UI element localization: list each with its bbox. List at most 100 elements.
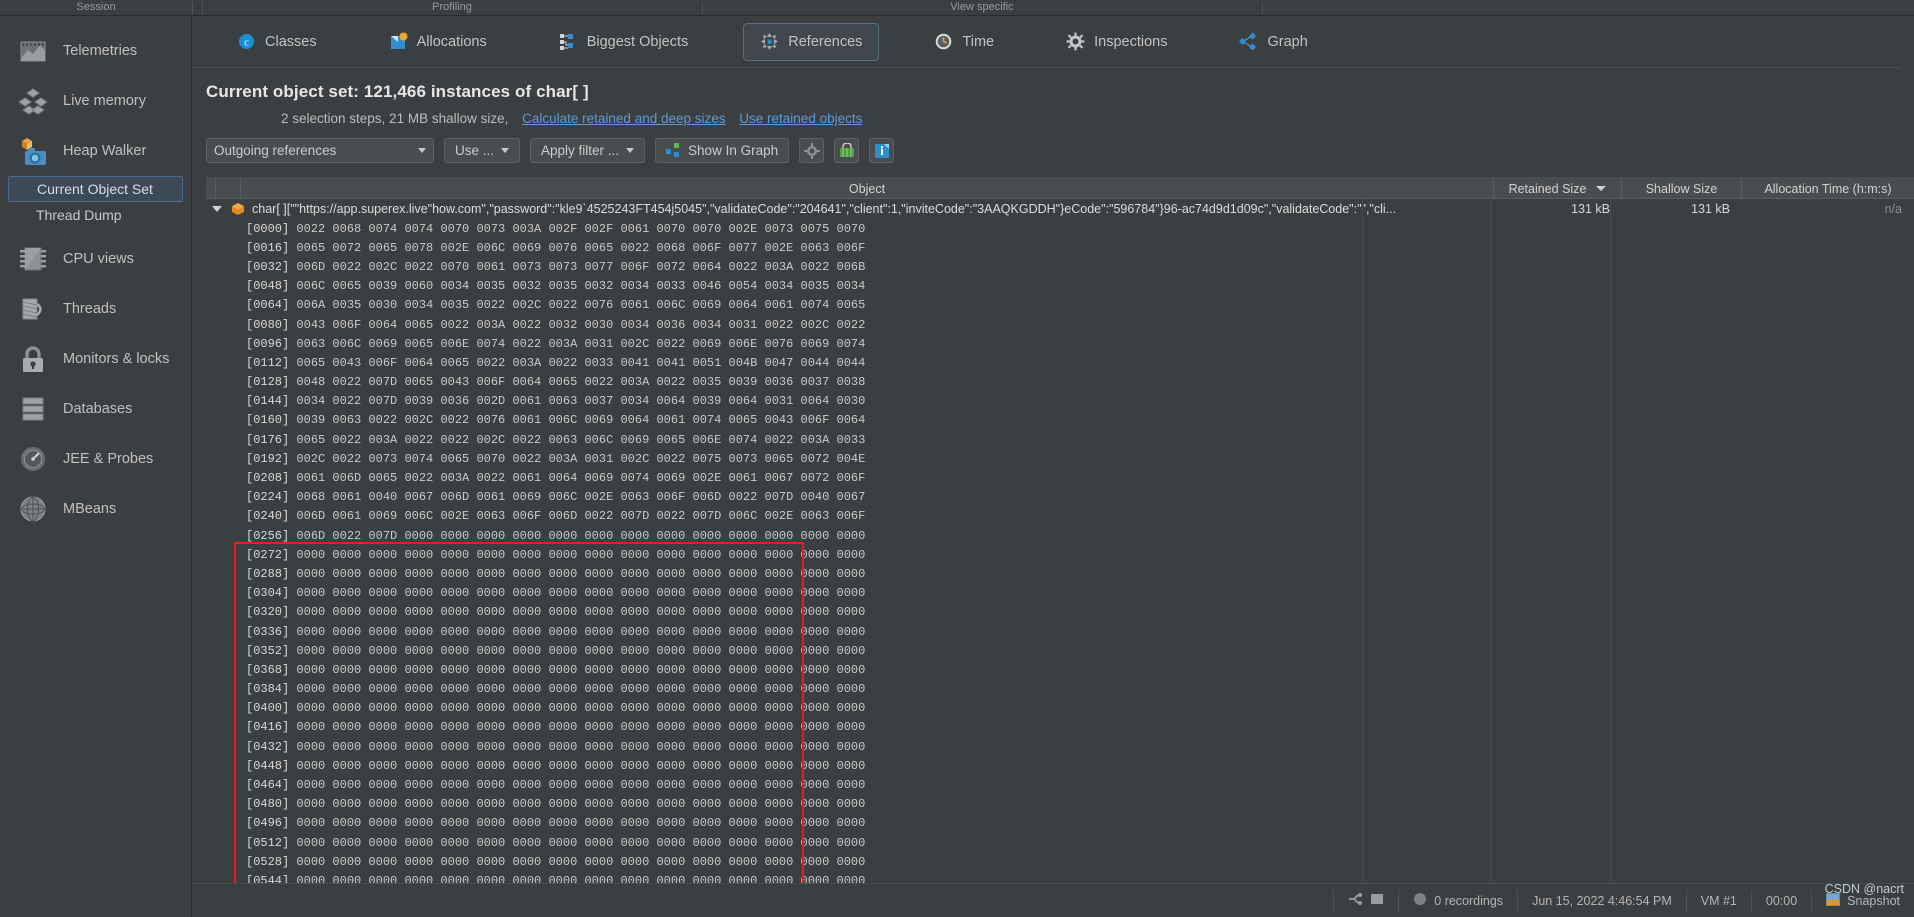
table-row[interactable]: char[ ][""https://app.superex.live"how.c… [206,199,1914,219]
hex-words: 0000 0000 0000 0000 0000 0000 0000 0000 … [296,855,865,869]
hex-offset: [0448] [246,759,296,773]
hex-words: 0065 0072 0065 0078 002E 006C 0069 0076 … [296,241,865,255]
tab-allocations[interactable]: Allocations [372,23,504,61]
hex-dump-row: [0144] 0034 0022 007D 0039 0036 002D 006… [206,392,1914,411]
threads-icon [16,292,50,326]
hex-words: 006D 0061 0069 006C 002E 0063 006F 006D … [296,509,865,523]
use-button-label: Use ... [455,143,494,158]
heap-walker-icon [16,134,50,168]
live-memory-icon [16,84,50,118]
calculate-retained-deep-sizes-link[interactable]: Calculate retained and deep sizes [522,111,725,126]
table-header-icon-col[interactable] [216,178,241,199]
hex-words: 0000 0000 0000 0000 0000 0000 0000 0000 … [296,663,865,677]
hex-offset: [0352] [246,644,296,658]
table-header-retained-size[interactable]: Retained Size [1494,178,1622,199]
hex-offset: [0272] [246,548,296,562]
main-panel: c Classes Allocations Biggest Objects [192,16,1914,917]
use-button[interactable]: Use ... [444,138,520,163]
sidebar-item-cpu-views[interactable]: CPU views [0,234,191,284]
hex-offset: [0528] [246,855,296,869]
status-vm: VM #1 [1686,890,1751,912]
show-in-graph-button[interactable]: Show In Graph [655,138,789,163]
hex-dump-row: [0032] 006D 0022 002C 0022 0070 0061 007… [206,257,1914,276]
sidebar-item-current-object-set[interactable]: Current Object Set [8,176,183,202]
retained-size-cell: 131 kB [1494,202,1622,216]
hex-words: 0000 0000 0000 0000 0000 0000 0000 0000 … [296,836,865,850]
sidebar-sub-label: Current Object Set [37,181,153,197]
hex-words: 0000 0000 0000 0000 0000 0000 0000 0000 … [296,586,865,600]
tab-label: Graph [1267,34,1307,50]
sidebar: Telemetries Live memory Heap Walker Curr… [0,16,192,917]
status-recording-controls[interactable] [1333,890,1398,912]
monitors-locks-icon [16,342,50,376]
ribbon-group-session: Session [0,0,192,15]
sidebar-item-telemetries[interactable]: Telemetries [0,26,191,76]
object-info-button[interactable] [869,138,894,163]
table-header-shallow-size[interactable]: Shallow Size [1622,178,1742,199]
record-cpu-icon [1348,893,1363,909]
tab-biggest-objects[interactable]: Biggest Objects [542,23,706,61]
export-basket-button[interactable] [834,138,859,163]
apply-filter-label: Apply filter ... [541,143,619,158]
hex-offset: [0080] [246,318,296,332]
hex-dump-row: [0416] 0000 0000 0000 0000 0000 0000 000… [206,718,1914,737]
hex-offset: [0512] [246,836,296,850]
sidebar-item-databases[interactable]: Databases [0,384,191,434]
hex-offset: [0304] [246,586,296,600]
hex-words: 0000 0000 0000 0000 0000 0000 0000 0000 … [296,797,865,811]
sidebar-item-label: Heap Walker [63,143,146,159]
hex-words: 0000 0000 0000 0000 0000 0000 0000 0000 … [296,720,865,734]
table-header-allocation-time[interactable]: Allocation Time (h:m:s) [1742,178,1914,199]
status-recordings[interactable]: 0 recordings [1398,890,1517,912]
column-separator [1490,178,1491,883]
tab-references[interactable]: References [743,23,879,61]
hex-offset: [0400] [246,701,296,715]
sidebar-item-threads[interactable]: Threads [0,284,191,334]
table-header-grip[interactable] [206,178,216,199]
hex-words: 0000 0000 0000 0000 0000 0000 0000 0000 … [296,567,865,581]
tab-time[interactable]: Time [917,23,1011,61]
sidebar-item-heap-walker[interactable]: Heap Walker [0,126,191,176]
tab-inspections[interactable]: Inspections [1049,23,1184,61]
hex-words: 0000 0000 0000 0000 0000 0000 0000 0000 … [296,605,865,619]
sidebar-item-jee-probes[interactable]: JEE & Probes [0,434,191,484]
object-type-label: char[ ] [252,202,287,216]
sidebar-item-label: Live memory [63,93,146,109]
hex-offset: [0112] [246,356,296,370]
apply-filter-button[interactable]: Apply filter ... [530,138,645,163]
hex-dump-row: [0272] 0000 0000 0000 0000 0000 0000 000… [206,545,1914,564]
object-cell: char[ ][""https://app.superex.live"how.c… [248,202,1494,216]
hex-dump-row: [0080] 0043 006F 0064 0065 0022 003A 002… [206,315,1914,334]
use-retained-objects-link[interactable]: Use retained objects [739,111,862,126]
table-header-object[interactable]: Object [241,178,1494,199]
hex-dump-row: [0112] 0065 0043 006F 0064 0065 0022 003… [206,353,1914,372]
export-basket-icon [839,143,855,159]
hex-words: 0043 006F 0064 0065 0022 003A 0022 0032 … [296,318,865,332]
sidebar-item-label: Threads [63,301,116,317]
hex-offset: [0128] [246,375,296,389]
watermark: CSDN @nacrt [1825,882,1904,897]
hex-offset: [0096] [246,337,296,351]
selection-summary: 2 selection steps, 21 MB shallow size, [281,111,508,126]
table-header: Object Retained Size Shallow Size Alloca… [206,178,1914,199]
allocation-time-cell: n/a [1742,202,1914,216]
tab-graph[interactable]: Graph [1222,23,1324,61]
hex-offset: [0016] [246,241,296,255]
sidebar-item-thread-dump[interactable]: Thread Dump [8,202,183,228]
tab-classes[interactable]: c Classes [220,23,334,61]
references-toolbar: Outgoing references Use ... Apply filter… [192,126,1914,173]
column-separator [1610,178,1611,883]
settings-gear-button[interactable] [799,138,824,163]
hex-offset: [0192] [246,452,296,466]
hex-dump-row: [0528] 0000 0000 0000 0000 0000 0000 000… [206,852,1914,871]
sidebar-item-live-memory[interactable]: Live memory [0,76,191,126]
expand-collapse-twisty[interactable] [206,206,228,212]
sidebar-item-mbeans[interactable]: MBeans [0,484,191,534]
elapsed-label: 00:00 [1766,894,1797,908]
tab-label: Classes [265,34,317,50]
hex-offset: [0064] [246,298,296,312]
reference-mode-combo[interactable]: Outgoing references [206,138,434,163]
sidebar-item-monitors-locks[interactable]: Monitors & locks [0,334,191,384]
hex-words: 0000 0000 0000 0000 0000 0000 0000 0000 … [296,874,865,883]
page-title-prefix: Current object set: [206,82,359,101]
